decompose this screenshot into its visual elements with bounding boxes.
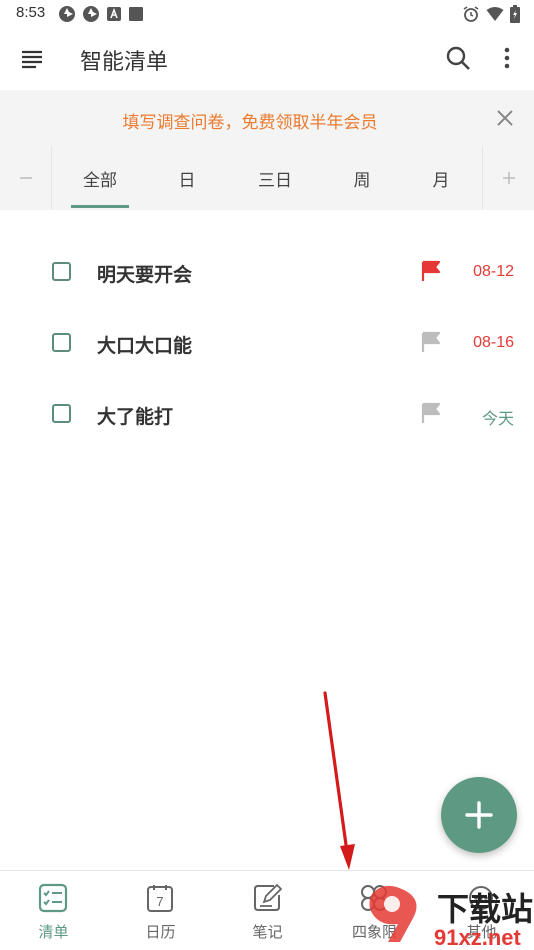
bottom-nav: 清单 7 日历 笔记 四象限 其他 — [0, 870, 534, 950]
system-icons — [462, 5, 520, 23]
range-tabs: 全部 日 三日 周 月 — [0, 146, 534, 210]
flag-button[interactable] — [420, 260, 442, 282]
list-item[interactable]: 明天要开会 08-12 — [0, 236, 534, 307]
list-item[interactable]: 大了能打 今天 — [0, 378, 534, 449]
list-item[interactable]: 大口大口能 08-16 — [0, 307, 534, 378]
calendar-day-number: 7 — [156, 894, 163, 909]
tab-week[interactable]: 周 — [332, 166, 392, 191]
page-title: 智能清单 — [80, 50, 169, 75]
text-a-icon — [107, 7, 121, 21]
square-icon — [129, 7, 143, 21]
survey-link[interactable]: 填写调查问卷，免费领取半年会员 — [0, 108, 500, 133]
plus-icon — [465, 801, 493, 829]
nav-label: 清单 — [38, 923, 69, 941]
flag-icon — [421, 331, 441, 352]
wifi-icon — [486, 7, 504, 21]
search-icon — [446, 46, 470, 70]
quadrant-icon — [361, 885, 387, 911]
nav-item-other[interactable]: 其他 — [428, 871, 534, 950]
flag-icon — [421, 260, 441, 281]
plus-icon — [502, 172, 515, 184]
nav-item-calendar[interactable]: 7 日历 — [107, 871, 214, 950]
promo-banner: 填写调查问卷，免费领取半年会员 — [0, 90, 534, 146]
more-vertical-icon — [504, 47, 510, 69]
banner-close-button[interactable] — [493, 106, 517, 130]
nav-label: 笔记 — [252, 923, 283, 941]
task-date: 08-16 — [473, 334, 514, 351]
task-checkbox[interactable] — [52, 333, 71, 352]
menu-icon — [22, 50, 42, 69]
flag-button[interactable] — [420, 402, 442, 424]
tab-indicator — [71, 205, 129, 208]
aperture-icon — [59, 6, 75, 22]
aperture-icon — [83, 6, 99, 22]
task-checkbox[interactable] — [52, 262, 71, 281]
task-date: 今天 — [481, 411, 514, 428]
tab-all[interactable]: 全部 — [70, 166, 130, 191]
flag-button[interactable] — [420, 331, 442, 353]
nav-label: 四象限 — [351, 923, 397, 941]
task-date: 08-12 — [473, 263, 514, 280]
other-icon — [469, 886, 493, 910]
task-checkbox[interactable] — [52, 404, 71, 423]
nav-item-quadrant[interactable]: 四象限 — [321, 871, 428, 950]
flag-icon — [421, 402, 441, 423]
add-task-button[interactable] — [441, 777, 517, 853]
notification-icons — [58, 5, 144, 23]
tab-add-button[interactable] — [482, 146, 534, 210]
status-time: 8:53 — [16, 4, 46, 21]
more-options-button[interactable] — [495, 44, 519, 72]
checklist-icon — [38, 883, 68, 913]
task-title: 大口大口能 — [97, 335, 193, 357]
task-list: 明天要开会 08-12 大口大口能 08-16 大了能打 今天 — [0, 236, 534, 449]
close-icon — [497, 110, 513, 126]
note-icon — [254, 883, 282, 911]
calendar-icon: 7 — [147, 885, 173, 912]
tab-day[interactable]: 日 — [157, 166, 217, 191]
tab-remove-button[interactable] — [0, 146, 52, 210]
battery-icon — [510, 5, 520, 23]
tab-month[interactable]: 月 — [411, 166, 471, 191]
task-title: 大了能打 — [97, 406, 174, 428]
menu-button[interactable] — [18, 44, 46, 72]
nav-label: 日历 — [145, 923, 176, 941]
minus-icon — [19, 177, 32, 179]
status-bar: 8:53 — [0, 0, 534, 28]
nav-label: 其他 — [466, 923, 497, 941]
nav-item-notes[interactable]: 笔记 — [214, 871, 321, 950]
tab-three-days[interactable]: 三日 — [245, 166, 305, 191]
nav-item-checklist[interactable]: 清单 — [0, 871, 107, 950]
task-title: 明天要开会 — [97, 264, 193, 286]
app-bar: 智能清单 — [0, 28, 534, 90]
alarm-icon — [463, 6, 479, 22]
search-button[interactable] — [444, 44, 472, 72]
